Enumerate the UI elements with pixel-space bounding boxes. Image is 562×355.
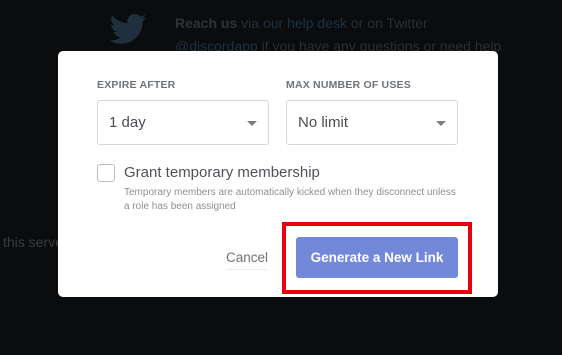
expire-after-label: EXPIRE AFTER: [97, 79, 176, 91]
expire-after-value: 1 day: [109, 114, 146, 131]
twitter-icon: [109, 14, 147, 44]
temporary-membership-checkbox[interactable]: [97, 164, 115, 182]
chevron-down-icon: [436, 121, 446, 126]
support-text: Reach us via our help desk or on Twitter: [175, 15, 428, 31]
expire-after-select[interactable]: 1 day: [97, 100, 269, 145]
temporary-membership-helper: Temporary members are automatically kick…: [124, 187, 456, 212]
chevron-down-icon: [247, 121, 257, 126]
max-uses-select[interactable]: No limit: [286, 100, 458, 145]
generate-link-button[interactable]: Generate a New Link: [296, 237, 458, 278]
max-uses-label: MAX NUMBER OF USES: [286, 79, 411, 91]
invite-settings-modal: EXPIRE AFTER 1 day MAX NUMBER OF USES No…: [58, 51, 498, 297]
cancel-button[interactable]: Cancel: [226, 250, 269, 270]
server-text-fragment: this serve: [3, 234, 63, 250]
help-desk-link[interactable]: our help desk: [263, 15, 347, 31]
temporary-membership-label[interactable]: Grant temporary membership: [124, 164, 320, 181]
max-uses-value: No limit: [298, 114, 349, 131]
or-twitter-text: or on Twitter: [347, 15, 428, 31]
reach-us-text: Reach us: [175, 15, 238, 31]
via-text: via: [237, 15, 263, 31]
